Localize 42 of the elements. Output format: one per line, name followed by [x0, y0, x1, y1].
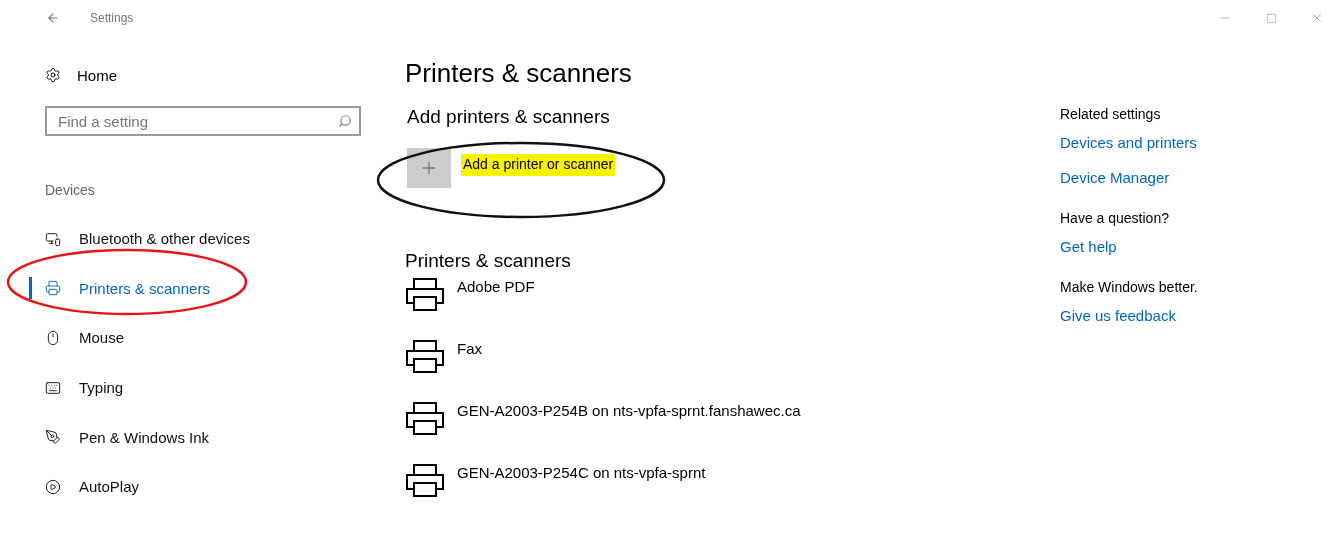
- home-link[interactable]: Home: [77, 66, 117, 84]
- settings-icon: [45, 67, 61, 83]
- section-heading: Add printers & scanners: [407, 106, 611, 128]
- section-heading: Devices: [45, 182, 96, 200]
- related-link[interactable]: Devices and printers: [1060, 134, 1340, 151]
- related-link[interactable]: Get help: [1060, 238, 1340, 255]
- sidebar-item[interactable]: Printers & scanners: [79, 279, 210, 297]
- add-printer-link[interactable]: Add a printer or scanner: [461, 154, 616, 176]
- printer-name[interactable]: GEN-A2003-P254C on nts-vpfa-sprnt: [457, 464, 706, 481]
- mouse-icon: [45, 330, 61, 346]
- devices-icon: [45, 230, 61, 247]
- section-heading: Printers & scanners: [405, 250, 572, 272]
- group-heading: Have a question?: [1060, 210, 1170, 226]
- close-icon: [1310, 11, 1324, 25]
- sidebar-item[interactable]: Bluetooth & other devices: [79, 230, 250, 248]
- page-title: Printers & scanners: [405, 58, 633, 90]
- group-heading: Related settings: [1060, 106, 1162, 122]
- printer-icon: [45, 280, 61, 297]
- printer-name[interactable]: GEN-A2003-P254B on nts-vpfa-sprnt.fanshawec.ca: [457, 402, 801, 419]
- maximize-icon: [1265, 12, 1277, 24]
- sidebar-item[interactable]: AutoPlay: [79, 478, 140, 496]
- sidebar-item[interactable]: Typing: [79, 379, 124, 397]
- play-icon: [45, 478, 61, 495]
- related-link[interactable]: Device Manager: [1060, 169, 1340, 186]
- back-button[interactable]: [46, 11, 60, 25]
- printer-name[interactable]: Adobe PDF: [457, 278, 535, 295]
- keyboard-icon: [45, 379, 61, 396]
- sidebar-item[interactable]: Pen & Windows Ink: [79, 428, 210, 446]
- add-button[interactable]: [407, 148, 451, 188]
- group-heading: Make Windows better.: [1060, 279, 1199, 295]
- printer-icon: [405, 464, 445, 498]
- printer-icon: [405, 340, 445, 374]
- window-title: Settings: [90, 11, 134, 25]
- back-icon: [46, 11, 60, 25]
- printer-icon: [405, 402, 445, 436]
- search-field[interactable]: Find a setting: [45, 106, 361, 136]
- related-link[interactable]: Give us feedback: [1060, 307, 1340, 324]
- printer-name[interactable]: Fax: [457, 340, 482, 357]
- sidebar-item[interactable]: Mouse: [79, 329, 125, 347]
- pen-icon: [45, 429, 61, 446]
- search-icon: [338, 114, 352, 128]
- printer-icon: [405, 278, 445, 312]
